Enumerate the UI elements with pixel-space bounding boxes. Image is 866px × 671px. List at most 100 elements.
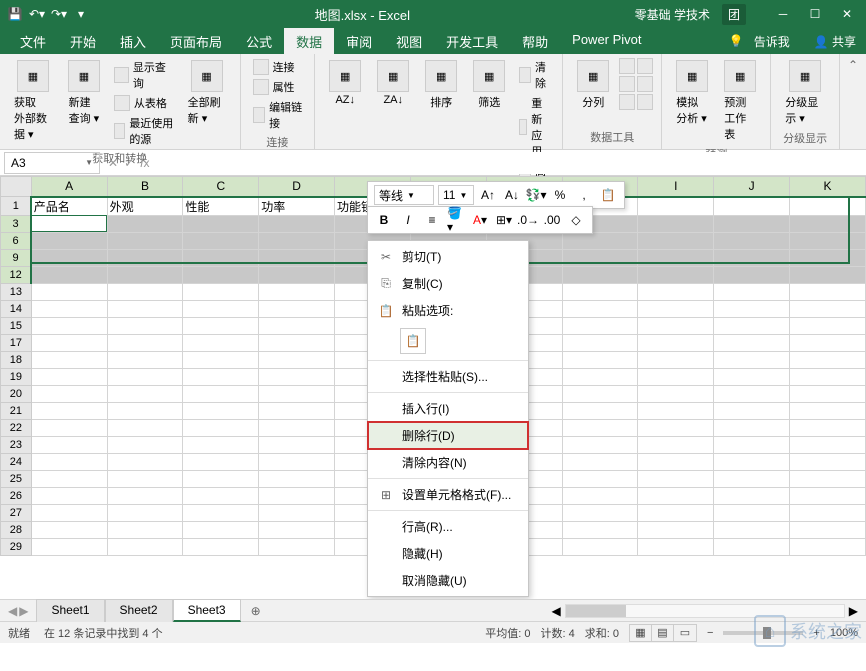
cell[interactable] [183,368,259,385]
cell[interactable] [562,504,638,521]
column-header[interactable]: D [259,177,335,197]
cell[interactable] [638,453,714,470]
qat-customize-icon[interactable]: ▾ [72,5,90,23]
decrease-font-icon[interactable]: A↓ [502,185,522,205]
cell[interactable] [638,351,714,368]
row-header[interactable]: 26 [1,487,32,504]
cell[interactable] [562,453,638,470]
cell[interactable] [790,249,866,266]
cell[interactable] [31,266,107,283]
cell[interactable] [107,487,183,504]
cell[interactable] [183,249,259,266]
cell[interactable] [562,249,638,266]
cell[interactable] [790,385,866,402]
context-menu-item[interactable]: 取消隐藏(U) [368,567,528,594]
context-menu-item[interactable]: 📋粘贴选项: [368,297,528,324]
cell[interactable] [183,419,259,436]
cell[interactable] [31,368,107,385]
cell[interactable] [790,283,866,300]
context-menu-item[interactable]: 清除内容(N) [368,449,528,476]
cell[interactable] [714,249,790,266]
data-tool-icon[interactable] [619,94,635,110]
cell[interactable] [562,283,638,300]
cell[interactable] [638,436,714,453]
zoom-slider[interactable] [723,631,803,635]
cell[interactable] [183,232,259,249]
ribbon-button[interactable]: ▦新建查询 ▾ [62,58,106,128]
cell[interactable] [562,317,638,334]
cell[interactable] [107,402,183,419]
row-header[interactable]: 25 [1,470,32,487]
cell[interactable] [259,317,335,334]
cell[interactable] [714,385,790,402]
cell[interactable] [562,385,638,402]
zoom-out-icon[interactable]: − [707,627,713,639]
cell[interactable] [714,368,790,385]
cell[interactable] [31,487,107,504]
cell[interactable] [107,334,183,351]
cell[interactable] [790,504,866,521]
cell[interactable] [562,436,638,453]
cell[interactable] [714,232,790,249]
cell[interactable] [31,538,107,555]
cell[interactable] [31,232,107,249]
ribbon-button[interactable]: ▦模拟分析 ▾ [670,58,714,128]
cell[interactable] [259,419,335,436]
row-header[interactable]: 6 [1,232,32,249]
cell[interactable] [638,521,714,538]
cell[interactable] [638,419,714,436]
cell[interactable] [714,215,790,232]
cell[interactable] [714,521,790,538]
ribbon-button[interactable]: ▦预测工作表 [718,58,762,144]
cell[interactable] [714,453,790,470]
cell[interactable] [31,300,107,317]
cell[interactable] [714,470,790,487]
cell[interactable] [31,521,107,538]
cell[interactable] [31,351,107,368]
ribbon-button[interactable]: ▦ZA↓ [371,58,415,108]
cell[interactable] [183,385,259,402]
cell[interactable] [562,368,638,385]
menu-tab-数据[interactable]: 数据 [284,28,334,55]
increase-decimal-icon[interactable]: .00 [542,210,562,230]
cell[interactable]: 外观 [107,197,183,216]
cell[interactable] [259,215,335,232]
cell[interactable] [790,215,866,232]
cell[interactable] [638,283,714,300]
cell[interactable] [31,504,107,521]
cell[interactable] [638,249,714,266]
cell[interactable] [790,232,866,249]
formula-input[interactable] [157,152,866,174]
context-menu-item[interactable]: 插入行(I) [368,395,528,422]
cell[interactable]: 产品名 [31,197,107,216]
save-icon[interactable]: 💾 [6,5,24,23]
cell[interactable] [714,317,790,334]
cell[interactable] [790,436,866,453]
comma-format-icon[interactable]: , [574,185,594,205]
cell[interactable] [259,470,335,487]
bold-icon[interactable]: B [374,210,394,230]
cell[interactable] [638,334,714,351]
close-icon[interactable]: ✕ [834,4,860,24]
ribbon-button[interactable]: ▦全部刷新 ▾ [182,58,232,128]
ribbon-small-button[interactable]: 显示查询 [110,58,178,92]
cell[interactable] [183,266,259,283]
row-header[interactable]: 17 [1,334,32,351]
font-size-selector[interactable]: 11▼ [438,185,474,205]
row-header[interactable]: 24 [1,453,32,470]
cell[interactable] [183,283,259,300]
row-header[interactable]: 28 [1,521,32,538]
cell[interactable] [562,419,638,436]
data-tool-icon[interactable] [637,94,653,110]
ribbon-small-button[interactable]: 连接 [249,58,307,76]
ribbon-button[interactable]: ▦分列 [571,58,615,112]
enter-formula-icon[interactable]: ✓ [124,156,134,170]
cell[interactable] [562,487,638,504]
cell[interactable] [562,538,638,555]
cell[interactable] [107,283,183,300]
cell[interactable] [183,436,259,453]
cell[interactable] [562,334,638,351]
cell[interactable] [259,453,335,470]
cell[interactable] [107,521,183,538]
cell[interactable] [31,419,107,436]
